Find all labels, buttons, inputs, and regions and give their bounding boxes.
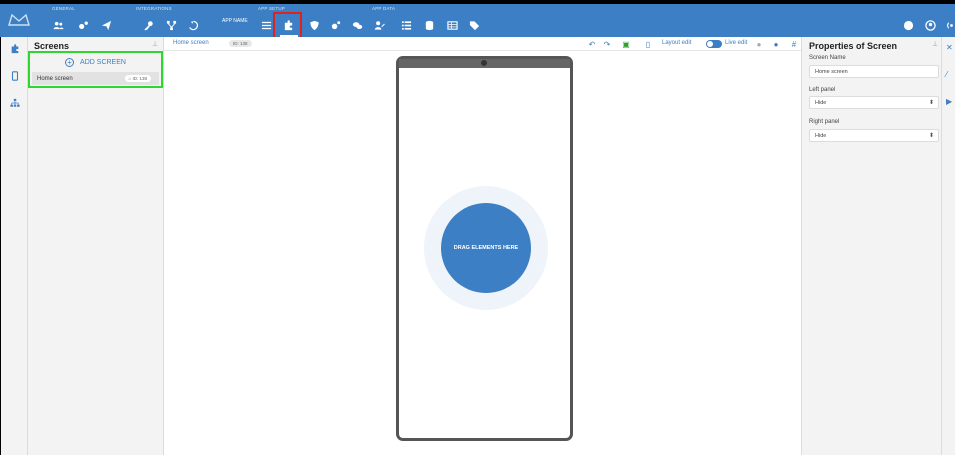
puzzle-icon[interactable] [9,43,21,55]
table-icon[interactable] [443,17,461,33]
history-icon[interactable] [184,17,202,33]
add-circle-icon: + [65,58,75,67]
flow-icon[interactable] [162,17,180,33]
screen-id-badge: ⌂ ID: 138 [124,75,151,82]
help-icon[interactable] [899,17,917,33]
right-tool-rail: ✕ ⁄ ▶ [941,37,955,455]
screen-name: Home screen [37,75,73,82]
android-icon[interactable]: ● [754,39,764,49]
phone-preview: DRAG ELEMENTS HERE [396,56,573,441]
layout-edit-label[interactable]: Layout edit [662,40,691,46]
left-panel-label: Left panel [809,87,836,93]
save-icon[interactable]: ▣ [621,39,631,49]
add-screen-button[interactable]: + ADD SCREEN [32,55,159,70]
screen-name-input[interactable]: Home screen [809,65,939,78]
undo-icon[interactable]: ↶ [587,39,597,49]
canvas-toolbar: Home screen ID: 138 ↶ ↷ ▣ ▯ Layout edit … [164,37,801,51]
live-edit-label[interactable]: Live edit [725,40,747,46]
group-label-app-data: APP DATA [372,6,396,11]
broadcast-icon[interactable] [942,17,955,33]
right-panel-value: Hide [815,133,827,139]
tools-icon[interactable]: ✕ [946,43,955,53]
screen-name-value: Home screen [815,69,848,75]
app-name-label[interactable]: APP NAME [222,18,248,24]
screen-list-item[interactable]: Home screen ⌂ ID: 138 [32,72,159,85]
drop-zone-target[interactable]: DRAG ELEMENTS HERE [441,203,531,293]
group-label-app-setup: APP SETUP [258,6,285,11]
select-arrow-icon: ⬍ [928,133,934,139]
screens-panel-title: Screens [34,41,70,51]
brush-icon[interactable]: ⁄ [946,70,955,80]
drop-zone[interactable]: DRAG ELEMENTS HERE [424,186,548,310]
pin-icon[interactable]: ⊥ [932,40,938,48]
select-arrow-icon: ⬍ [928,100,934,106]
top-navigation-bar: GENERAL INTEGRATIONS APP SETUP APP DATA … [0,0,955,39]
app-logo-icon[interactable] [4,8,34,32]
breadcrumb-id-badge: ID: 138 [229,40,252,47]
camera-icon [481,60,487,66]
users-icon[interactable] [49,17,67,33]
right-panel-label: Right panel [809,119,840,125]
add-screen-label: ADD SCREEN [80,59,126,66]
left-panel-select[interactable]: Hide ⬍ [809,96,939,109]
phone-top-bezel [399,59,570,68]
mobile-preview-icon[interactable]: ▯ [643,39,653,49]
gear-sync-icon[interactable] [326,17,344,33]
chat-icon[interactable] [348,17,366,33]
screens-panel: Screens ⊥ + ADD SCREEN Home screen ⌂ ID:… [28,37,164,455]
redo-icon[interactable]: ↷ [602,39,612,49]
apple-icon[interactable]: ● [771,39,781,49]
account-icon[interactable] [921,17,939,33]
tag-icon[interactable] [465,17,483,33]
right-panel-select[interactable]: Hide ⬍ [809,129,939,142]
mobile-icon[interactable] [9,70,21,82]
screen-id-text: ID: 138 [132,76,147,81]
pin-icon[interactable]: ⊥ [152,40,158,48]
properties-title: Properties of Screen [809,41,898,51]
user-edit-icon[interactable] [370,17,388,33]
screens-highlight-box: + ADD SCREEN Home screen ⌂ ID: 138 [28,51,163,88]
drop-zone-label: DRAG ELEMENTS HERE [453,245,519,251]
settings-icon[interactable] [74,17,92,33]
edit-mode-toggle[interactable] [706,40,722,48]
list-icon[interactable] [397,17,415,33]
sitemap-icon[interactable] [9,97,21,109]
properties-panel: Properties of Screen ⊥ Screen Name Home … [801,37,941,455]
play-icon[interactable]: ▶ [946,97,955,107]
send-icon[interactable] [97,17,115,33]
left-panel-value: Hide [815,100,827,106]
hashtag-icon[interactable]: # [789,39,799,49]
group-label-integrations: INTEGRATIONS [136,6,172,11]
shield-icon[interactable] [305,17,323,33]
database-icon[interactable] [420,17,438,33]
key-icon[interactable] [139,17,157,33]
group-label-general: GENERAL [52,6,75,11]
breadcrumb[interactable]: Home screen [173,40,209,46]
left-tool-rail [0,37,28,455]
screen-name-label: Screen Name [809,55,846,61]
